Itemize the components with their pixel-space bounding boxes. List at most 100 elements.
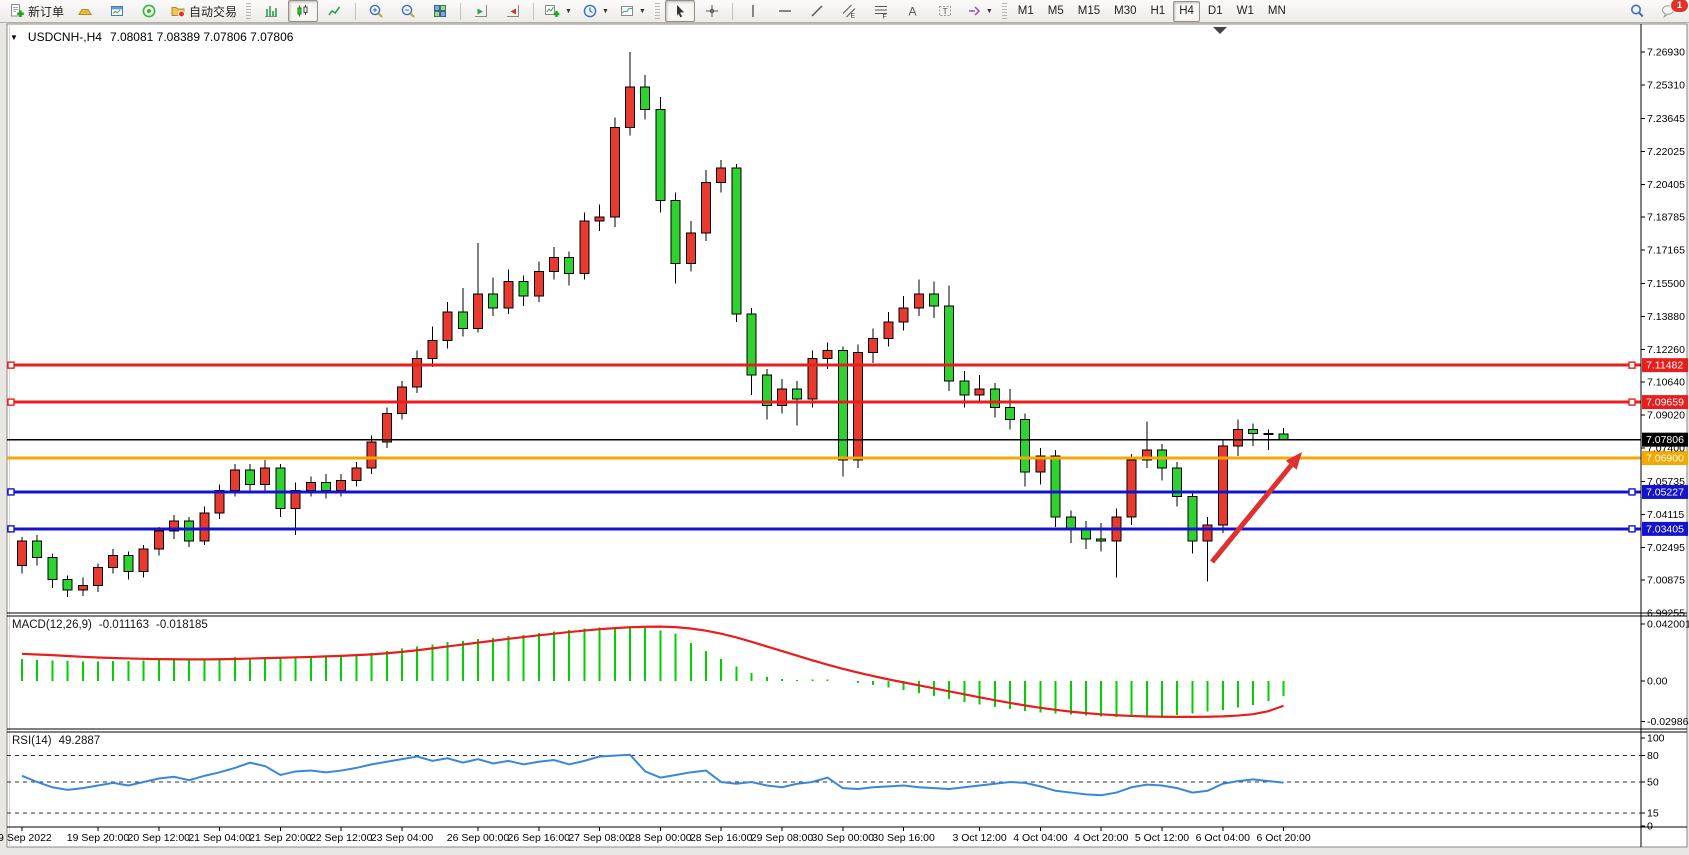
time-axis-label: 29 Sep 08:00 [751,832,814,844]
zoom-out-button[interactable] [393,0,423,22]
time-axis-label: 30 Sep 16:00 [872,832,935,844]
timeframe-bar: M1M5M15M30H1H4D1W1MN [1012,1,1292,22]
hline-handle [1629,362,1635,368]
time-axis-label: 4 Oct 04:00 [1013,832,1067,844]
periods-button[interactable]: ▼ [578,0,613,22]
svg-text:T: T [942,6,947,16]
time-axis-label: 28 Sep 00:00 [629,832,692,844]
fibonacci-button[interactable]: F [866,0,896,22]
time-axis-label: 5 Oct 12:00 [1135,832,1189,844]
hline-handle [1629,399,1635,405]
timeframe-m15-button[interactable]: M15 [1072,1,1106,22]
arrows-button[interactable]: ▼ [962,0,997,22]
search-button[interactable] [1622,0,1652,22]
indicators-button[interactable]: ▼ [539,0,576,22]
search-icon [1629,3,1645,19]
terminal-icon [109,3,125,19]
price-tick-label: 7.18785 [1647,212,1685,224]
macd-value: -0.011163 [99,619,149,631]
auto-trading-button[interactable]: 自动交易 [166,0,241,22]
symbol-dropdown-icon[interactable]: ▼ [10,33,18,42]
toolbar: 新订单 自动交易 [0,0,1689,23]
signal-icon [141,3,157,19]
vertical-line-button[interactable] [738,0,768,22]
rsi-axis-label: 100 [1647,733,1665,745]
arrows-icon [966,3,982,19]
tile-windows-button[interactable] [425,0,455,22]
channel-button[interactable]: E [834,0,864,22]
toolbar-grip [655,3,660,20]
notification-badge: 1 [1670,0,1689,13]
cursor-button[interactable] [665,0,695,22]
toolbar-separator [533,3,534,20]
periods-icon [582,3,598,19]
timeframe-h4-button[interactable]: H4 [1173,1,1200,22]
chart-shift-button[interactable] [466,0,496,22]
rsi-axis-label: 80 [1647,750,1659,762]
rsi-axis-label: 50 [1647,777,1659,789]
price-tick-label: 7.02495 [1647,542,1685,554]
line-chart-button[interactable] [320,0,350,22]
auto-trading-icon [170,3,186,19]
timeframe-h1-button[interactable]: H1 [1145,1,1172,22]
trendline-button[interactable] [802,0,832,22]
new-order-icon [9,3,25,19]
line-chart-icon [327,3,343,19]
text-label-icon: T [937,3,953,19]
bar-chart-button[interactable] [256,0,286,22]
rsi-value: 49.2887 [59,735,101,747]
terminal-button[interactable] [102,0,132,22]
horizontal-line-icon [777,3,793,19]
signal-button[interactable] [134,0,164,22]
zoom-in-button[interactable] [361,0,391,22]
timeframe-m30-button[interactable]: M30 [1108,1,1142,22]
time-axis-label: 26 Sep 00:00 [447,832,510,844]
hline-handle [8,362,14,368]
chart-symbol-timeframe: USDCNH-,H4 [28,30,102,44]
toolbar-separator [732,3,733,20]
horizontal-line-button[interactable] [770,0,800,22]
text-label-button[interactable]: T [930,0,960,22]
crosshair-button[interactable] [697,0,727,22]
time-axis-label: 21 Sep 04:00 [188,832,251,844]
hline-handle [8,526,14,532]
timeframe-mn-button[interactable]: MN [1262,1,1292,22]
rsi-axis-label: 0 [1647,821,1653,833]
rsi-label: RSI(14) [12,735,52,747]
price-tick-label: 7.22025 [1647,146,1685,158]
price-tick-label: 7.23645 [1647,113,1685,125]
chevron-down-icon: ▼ [565,8,572,15]
price-tick-label: 7.25310 [1647,79,1685,91]
time-axis-label: 20 Sep 12:00 [128,832,191,844]
timeframe-m1-button[interactable]: M1 [1012,1,1040,22]
price-badge-label: 7.05227 [1646,486,1684,498]
timeframe-w1-button[interactable]: W1 [1231,1,1260,22]
crosshair-icon [704,3,720,19]
templates-button[interactable]: ▼ [615,0,650,22]
notifications-button[interactable]: 1 [1654,0,1684,22]
time-axis-label: 4 Oct 20:00 [1074,832,1128,844]
new-order-button[interactable]: 新订单 [5,0,68,22]
trendline-icon [809,3,825,19]
text-icon: A [905,3,921,19]
chevron-down-icon: ▼ [639,8,646,15]
gold-button[interactable] [70,0,100,22]
price-chart-canvas[interactable]: 7.269307.253107.236457.220257.204057.187… [0,0,1689,855]
templates-icon [619,3,635,19]
time-axis-label: 28 Sep 16:00 [690,832,753,844]
macd-indicator-title: MACD(12,26,9) -0.011163 -0.018185 [12,619,208,631]
timeframe-m5-button[interactable]: M5 [1042,1,1070,22]
time-axis-label: 6 Oct 04:00 [1196,832,1250,844]
price-tick-label: 7.10640 [1647,377,1685,389]
timeframe-d1-button[interactable]: D1 [1202,1,1229,22]
text-button[interactable]: A [898,0,928,22]
price-badge-label: 7.07806 [1646,434,1684,446]
svg-text:A: A [908,5,916,19]
hline-handle [1629,526,1635,532]
price-tick-label: 7.17165 [1647,244,1685,256]
svg-text:E: E [850,13,855,20]
time-axis-label: 30 Sep 00:00 [812,832,875,844]
auto-scroll-button[interactable] [498,0,528,22]
candlestick-button[interactable] [288,0,318,22]
time-axis-label: 3 Oct 12:00 [952,832,1006,844]
